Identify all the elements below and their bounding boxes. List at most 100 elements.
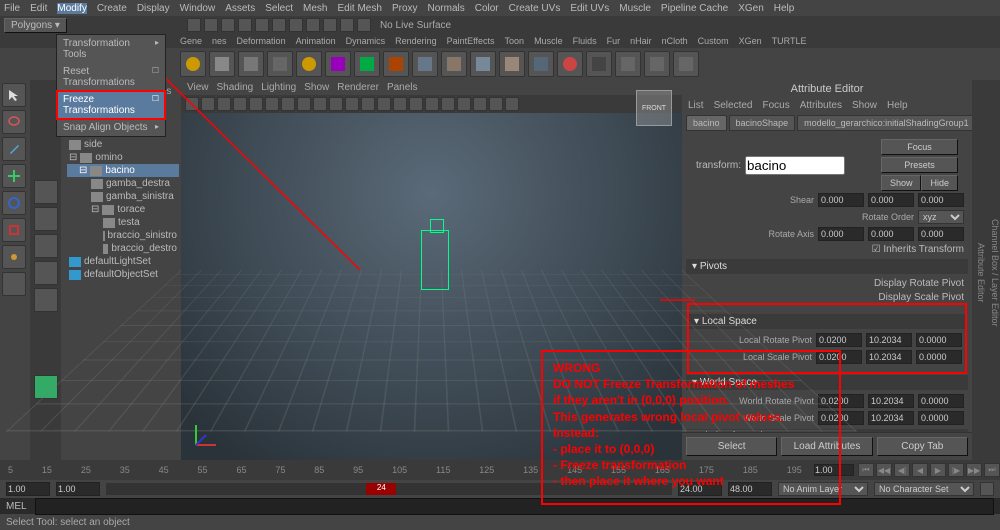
menu-muscle[interactable]: Muscle — [619, 3, 651, 14]
shelf-tab[interactable]: PaintEffects — [447, 36, 495, 46]
ae-copy-tab-button[interactable]: Copy Tab — [877, 437, 968, 456]
vp-icon[interactable] — [457, 97, 471, 111]
step-forward-icon[interactable]: ▶▶ — [966, 463, 982, 477]
shelf-icon[interactable] — [528, 51, 554, 77]
status-icon[interactable] — [306, 18, 320, 32]
vp-menu-lighting[interactable]: Lighting — [261, 82, 296, 93]
tree-item-side[interactable]: side — [67, 138, 179, 151]
select-tool-icon[interactable] — [2, 83, 26, 107]
paint-tool-icon[interactable] — [2, 137, 26, 161]
shelf-icon[interactable] — [209, 51, 235, 77]
ae-tab-shading-group[interactable]: modello_gerarchico:initialShadingGroup1 — [797, 115, 976, 131]
display-scale-pivot-checkbox[interactable]: Display Scale Pivot — [878, 292, 964, 303]
shelf-icon[interactable] — [557, 51, 583, 77]
menu-file[interactable]: File — [4, 3, 20, 14]
status-icon[interactable] — [323, 18, 337, 32]
shelf-tab[interactable]: Deformation — [237, 36, 286, 46]
status-icon[interactable] — [187, 18, 201, 32]
vp-icon[interactable] — [217, 97, 231, 111]
vp-menu-shading[interactable]: Shading — [217, 82, 254, 93]
tree-item-omino[interactable]: ⊟omino — [67, 151, 179, 164]
hide-button[interactable]: Hide — [921, 175, 958, 191]
vp-icon[interactable] — [473, 97, 487, 111]
local-scale-z-field[interactable] — [916, 350, 962, 364]
vp-icon[interactable] — [313, 97, 327, 111]
tree-item-testa[interactable]: testa — [67, 216, 179, 229]
vp-icon[interactable] — [377, 97, 391, 111]
mesh-character[interactable] — [421, 230, 449, 290]
shelf-icon[interactable] — [586, 51, 612, 77]
rotate-order-dropdown[interactable]: xyz — [918, 210, 964, 224]
vp-menu-renderer[interactable]: Renderer — [337, 82, 379, 93]
shelf-icon[interactable] — [470, 51, 496, 77]
shear-x-field[interactable] — [818, 193, 864, 207]
range-end-field[interactable] — [56, 482, 100, 496]
menu-edituvs[interactable]: Edit UVs — [570, 3, 609, 14]
vp-icon[interactable] — [233, 97, 247, 111]
status-icon[interactable] — [204, 18, 218, 32]
scale-tool-icon[interactable] — [2, 218, 26, 242]
layout-persp-icon[interactable] — [34, 234, 58, 258]
autokey-icon[interactable] — [980, 482, 994, 496]
tree-item-default-object-set[interactable]: defaultObjectSet — [67, 268, 179, 281]
menu-assets[interactable]: Assets — [225, 3, 255, 14]
rotate-axis-x-field[interactable] — [818, 227, 864, 241]
shelf-icon[interactable] — [412, 51, 438, 77]
shear-z-field[interactable] — [918, 193, 964, 207]
shelf-tab[interactable]: nCloth — [662, 36, 688, 46]
status-icon[interactable] — [221, 18, 235, 32]
viewport[interactable]: View Shading Lighting Show Renderer Pane… — [181, 80, 682, 460]
vp-icon[interactable] — [265, 97, 279, 111]
menu-display[interactable]: Display — [137, 3, 170, 14]
vp-icon[interactable] — [201, 97, 215, 111]
tree-item-gamba-sinistra[interactable]: gamba_sinistra — [67, 190, 179, 203]
play-forward-icon[interactable]: ▶ — [930, 463, 946, 477]
transform-name-field[interactable] — [745, 156, 845, 175]
submenu-reset-transformations[interactable]: Reset Transformations — [57, 63, 165, 91]
shelf-icon[interactable] — [673, 51, 699, 77]
rotate-axis-z-field[interactable] — [918, 227, 964, 241]
shelf-tab[interactable]: Animation — [296, 36, 336, 46]
ae-menu-show[interactable]: Show — [852, 100, 877, 111]
show-button[interactable]: Show — [881, 175, 922, 191]
ae-tab-bacino[interactable]: bacino — [686, 115, 727, 131]
vp-icon[interactable] — [489, 97, 503, 111]
menu-mesh[interactable]: Mesh — [303, 3, 327, 14]
inherits-transform-checkbox[interactable]: Inherits Transform — [872, 244, 964, 255]
shelf-icon[interactable] — [325, 51, 351, 77]
menu-xgen[interactable]: XGen — [738, 3, 764, 14]
shelf-tab[interactable]: TURTLE — [772, 36, 807, 46]
ae-menu-selected[interactable]: Selected — [714, 100, 753, 111]
ae-menu-help[interactable]: Help — [887, 100, 908, 111]
shelf-icon[interactable] — [180, 51, 206, 77]
submenu-snap-align[interactable]: Snap Align Objects — [57, 119, 165, 136]
shelf-tab[interactable]: Toon — [505, 36, 525, 46]
menu-editmesh[interactable]: Edit Mesh — [337, 3, 381, 14]
tree-item-gamba-destra[interactable]: gamba_destra — [67, 177, 179, 190]
shelf-tab[interactable]: Fluids — [573, 36, 597, 46]
tree-item-braccio-destro[interactable]: braccio_destro — [67, 242, 179, 255]
shelf-tab[interactable]: Dynamics — [346, 36, 386, 46]
shelf-icon[interactable] — [238, 51, 264, 77]
main-menubar[interactable]: File Edit Modify Create Display Window A… — [0, 0, 1000, 16]
mode-dropdown[interactable]: Polygons ▾ — [4, 18, 67, 33]
character-set-dropdown[interactable]: No Character Set — [874, 482, 974, 496]
menu-create[interactable]: Create — [97, 3, 127, 14]
tree-item-default-light-set[interactable]: defaultLightSet — [67, 255, 179, 268]
menu-normals[interactable]: Normals — [428, 3, 465, 14]
status-icon[interactable] — [255, 18, 269, 32]
shelf-icon[interactable] — [354, 51, 380, 77]
shelf-tab[interactable]: Custom — [698, 36, 729, 46]
vp-icon[interactable] — [441, 97, 455, 111]
status-icon[interactable] — [289, 18, 303, 32]
vp-icon[interactable] — [425, 97, 439, 111]
ae-menu-list[interactable]: List — [688, 100, 704, 111]
menu-proxy[interactable]: Proxy — [392, 3, 418, 14]
vp-icon[interactable] — [281, 97, 295, 111]
ae-menu-attributes[interactable]: Attributes — [800, 100, 842, 111]
layout-script-icon[interactable] — [34, 288, 58, 312]
vp-icon[interactable] — [185, 97, 199, 111]
shelf-icon[interactable] — [615, 51, 641, 77]
vp-menu-view[interactable]: View — [187, 82, 209, 93]
lasso-tool-icon[interactable] — [2, 110, 26, 134]
